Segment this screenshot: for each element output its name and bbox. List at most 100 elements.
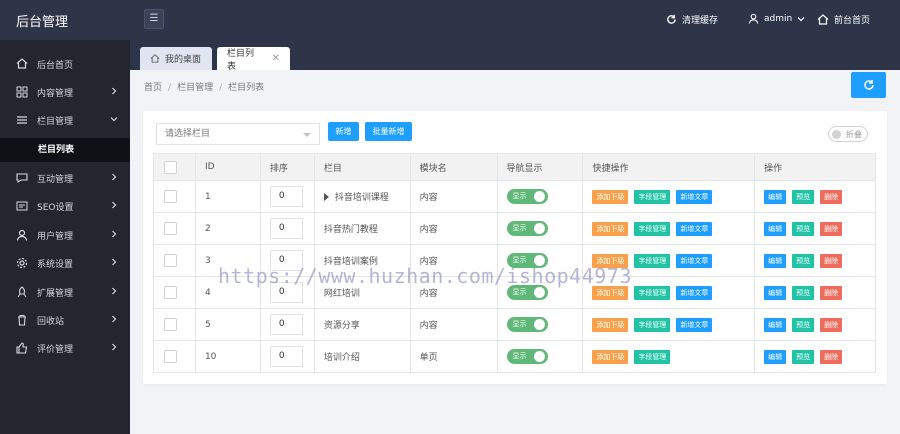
edit-button[interactable]: 编辑 bbox=[764, 285, 787, 300]
sidebar-item[interactable]: 内容管理 bbox=[0, 78, 130, 106]
preview-button[interactable]: 预览 bbox=[792, 253, 815, 268]
breadcrumb-item: 栏目列表 bbox=[228, 83, 265, 93]
add-child-button[interactable]: 添加下级 bbox=[592, 349, 629, 364]
preview-button[interactable]: 预览 bbox=[792, 285, 815, 300]
user-menu[interactable]: admin bbox=[748, 13, 805, 24]
column-name: 抖音热门教程 bbox=[323, 225, 378, 235]
row-checkbox[interactable] bbox=[164, 286, 177, 299]
sidebar-item[interactable]: 扩展管理 bbox=[0, 278, 130, 306]
row-checkbox[interactable] bbox=[164, 222, 177, 235]
add-article-button[interactable]: 新增文章 bbox=[676, 221, 713, 236]
switch-label: 显示 bbox=[512, 320, 527, 328]
refresh-button[interactable] bbox=[851, 72, 886, 98]
add-child-button[interactable]: 添加下级 bbox=[592, 189, 629, 204]
preview-button[interactable]: 预览 bbox=[792, 349, 815, 364]
delete-button[interactable]: 删除 bbox=[820, 189, 843, 204]
row-checkbox[interactable] bbox=[164, 190, 177, 203]
add-article-button[interactable]: 新增文章 bbox=[676, 253, 713, 268]
sidebar-item[interactable]: 评价管理 bbox=[0, 334, 130, 362]
user-icon bbox=[748, 13, 759, 24]
sort-input[interactable]: 0 bbox=[269, 218, 303, 239]
module-cell: 单页 bbox=[409, 340, 498, 373]
fold-toggle[interactable]: 折叠 bbox=[828, 126, 868, 142]
add-article-button[interactable]: 新增文章 bbox=[676, 285, 713, 300]
row-checkbox[interactable] bbox=[164, 254, 177, 267]
home-icon bbox=[150, 54, 160, 63]
preview-button[interactable]: 预览 bbox=[792, 221, 815, 236]
switch-knob bbox=[533, 191, 545, 202]
checkbox-cell bbox=[153, 340, 196, 373]
list-icon bbox=[16, 114, 28, 126]
preview-button[interactable]: 预览 bbox=[792, 189, 815, 204]
add-button[interactable]: 新增 bbox=[328, 122, 359, 141]
field-manage-button[interactable]: 字段管理 bbox=[634, 285, 671, 300]
add-child-button[interactable]: 添加下级 bbox=[592, 317, 629, 332]
caret-down-icon bbox=[303, 133, 311, 137]
breadcrumb-item[interactable]: 栏目管理 bbox=[177, 83, 213, 93]
sidebar-subitem-column-list[interactable]: 栏目列表 bbox=[0, 138, 130, 162]
sort-input[interactable]: 0 bbox=[269, 314, 303, 335]
batch-add-button[interactable]: 批量新增 bbox=[365, 122, 412, 141]
preview-button[interactable]: 预览 bbox=[792, 317, 815, 332]
field-manage-button[interactable]: 字段管理 bbox=[634, 349, 671, 364]
sidebar-item-label: 评价管理 bbox=[37, 344, 74, 355]
field-manage-button[interactable]: 字段管理 bbox=[634, 189, 671, 204]
delete-button[interactable]: 删除 bbox=[820, 285, 843, 300]
delete-button[interactable]: 删除 bbox=[820, 349, 843, 364]
module-cell: 内容 bbox=[409, 212, 498, 245]
column-name-cell: 抖音培训课程 bbox=[313, 180, 411, 213]
row-checkbox[interactable] bbox=[164, 350, 177, 363]
close-icon[interactable]: ✕ bbox=[272, 53, 280, 64]
refresh-icon bbox=[863, 80, 874, 90]
clear-cache-button[interactable]: 清理缓存 bbox=[666, 13, 718, 26]
nav-display-switch[interactable]: 显示 bbox=[506, 317, 548, 332]
add-child-button[interactable]: 添加下级 bbox=[592, 221, 629, 236]
menu-toggle-icon[interactable]: ☰ bbox=[144, 9, 164, 29]
field-manage-button[interactable]: 字段管理 bbox=[634, 221, 671, 236]
tab-column-list[interactable]: 栏目列表 ✕ bbox=[217, 47, 290, 72]
chevron-right-icon bbox=[109, 314, 119, 324]
tab-column-list-label: 栏目列表 bbox=[227, 48, 255, 72]
sidebar-item[interactable]: SEO设置 bbox=[0, 192, 130, 220]
add-article-button[interactable]: 新增文章 bbox=[676, 317, 713, 332]
edit-button[interactable]: 编辑 bbox=[764, 253, 787, 268]
table-header-row: ID 排序 栏目 模块名 导航显示 快捷操作 操作 bbox=[153, 153, 876, 181]
field-manage-button[interactable]: 字段管理 bbox=[634, 253, 671, 268]
sidebar-item[interactable]: 栏目管理 bbox=[0, 106, 130, 134]
edit-button[interactable]: 编辑 bbox=[764, 221, 787, 236]
nav-display-switch[interactable]: 显示 bbox=[506, 349, 548, 364]
sidebar-item[interactable]: 回收站 bbox=[0, 306, 130, 334]
header-nav-display: 导航显示 bbox=[496, 153, 584, 181]
delete-button[interactable]: 删除 bbox=[820, 253, 843, 268]
edit-button[interactable]: 编辑 bbox=[764, 317, 787, 332]
add-article-button[interactable]: 新增文章 bbox=[676, 189, 713, 204]
sidebar-item-label: 互动管理 bbox=[37, 174, 74, 185]
sidebar-item[interactable]: 用户管理 bbox=[0, 221, 130, 249]
delete-button[interactable]: 删除 bbox=[820, 317, 843, 332]
expand-triangle-icon[interactable] bbox=[323, 193, 329, 201]
nav-display-switch[interactable]: 显示 bbox=[506, 189, 548, 204]
breadcrumb-item[interactable]: 首页 bbox=[144, 83, 162, 93]
sidebar-item[interactable]: 后台首页 bbox=[0, 50, 130, 78]
sidebar-item[interactable]: 系统设置 bbox=[0, 249, 130, 277]
chevron-right-icon bbox=[109, 257, 119, 267]
sort-input[interactable]: 0 bbox=[269, 346, 303, 367]
field-manage-button[interactable]: 字段管理 bbox=[634, 317, 671, 332]
edit-button[interactable]: 编辑 bbox=[764, 349, 787, 364]
nav-display-switch[interactable]: 显示 bbox=[506, 221, 548, 236]
edit-button[interactable]: 编辑 bbox=[764, 189, 787, 204]
column-name-cell: 抖音热门教程 bbox=[313, 212, 411, 245]
select-all-checkbox[interactable] bbox=[164, 160, 177, 174]
checkbox-cell bbox=[153, 212, 196, 245]
row-checkbox[interactable] bbox=[164, 318, 177, 331]
sidebar-item[interactable]: 互动管理 bbox=[0, 164, 130, 192]
frontend-home-link[interactable]: 前台首页 bbox=[817, 13, 870, 26]
actions-cell: 编辑 预览 删除 bbox=[754, 212, 876, 245]
sort-input[interactable]: 0 bbox=[269, 186, 303, 207]
home-icon bbox=[817, 14, 829, 25]
column-select[interactable]: 请选择栏目 bbox=[156, 123, 320, 145]
delete-button[interactable]: 删除 bbox=[820, 221, 843, 236]
user-icon bbox=[16, 229, 28, 241]
tab-my-desktop[interactable]: 我的桌面 bbox=[140, 47, 212, 70]
chevron-down-icon bbox=[797, 16, 805, 21]
